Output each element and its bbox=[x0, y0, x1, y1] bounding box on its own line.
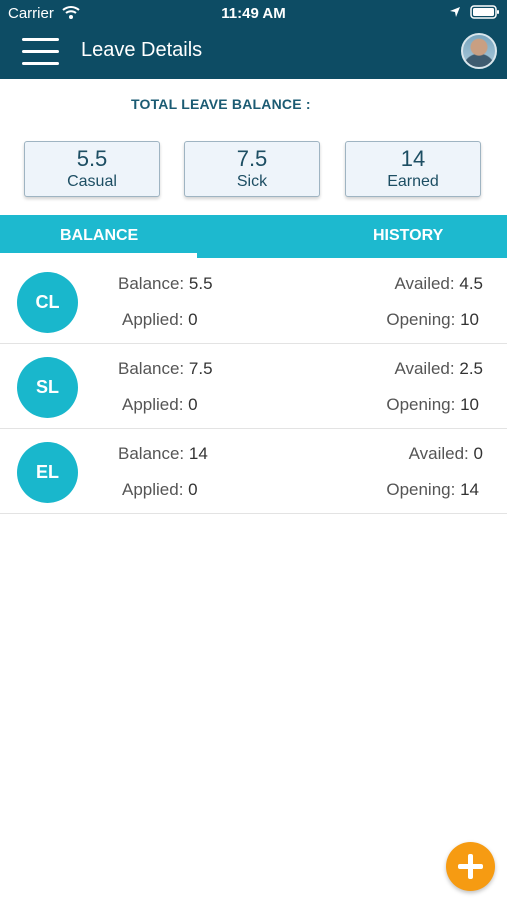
availed-value: 0 bbox=[473, 444, 483, 463]
leave-type-badge: CL bbox=[17, 272, 78, 333]
opening-value: 10 bbox=[460, 395, 479, 414]
availed-cell: Availed: 4.5 bbox=[394, 274, 483, 294]
balance-value: 14 bbox=[188, 444, 208, 463]
card-value: 7.5 bbox=[236, 146, 268, 171]
applied-value: 0 bbox=[188, 310, 198, 329]
opening-cell: Opening: 10 bbox=[386, 310, 479, 330]
status-bar: Carrier 11:49 AM bbox=[0, 0, 507, 28]
applied-cell: Applied: 0 bbox=[122, 395, 198, 415]
opening-cell: Opening: 14 bbox=[386, 480, 479, 500]
applied-label: Applied: bbox=[122, 480, 184, 499]
card-label: Casual bbox=[67, 173, 117, 190]
tab-bar: BALANCE HISTORY bbox=[0, 215, 507, 258]
battery-icon bbox=[470, 5, 499, 19]
applied-value: 0 bbox=[188, 395, 198, 414]
availed-label: Availed: bbox=[408, 444, 469, 463]
availed-label: Availed: bbox=[394, 274, 455, 293]
balance-cell: Balance: 5.5 bbox=[118, 274, 213, 294]
earned-balance-card: 14 Earned bbox=[345, 141, 481, 197]
balance-value: 7.5 bbox=[188, 359, 213, 378]
opening-label: Opening: bbox=[386, 480, 456, 499]
app-header: Carrier 11:49 AM Leave Details bbox=[0, 0, 507, 79]
balance-value: 5.5 bbox=[188, 274, 213, 293]
availed-label: Availed: bbox=[394, 359, 455, 378]
opening-label: Opening: bbox=[386, 310, 456, 329]
opening-value: 10 bbox=[460, 310, 479, 329]
page-title: Leave Details bbox=[81, 39, 203, 61]
balance-label: Balance: bbox=[118, 274, 185, 293]
availed-cell: Availed: 0 bbox=[409, 444, 483, 464]
leave-type-badge: SL bbox=[17, 357, 78, 418]
balance-label: Balance: bbox=[118, 444, 185, 463]
tab-balance[interactable]: BALANCE bbox=[60, 227, 138, 245]
balance-cell: Balance: 14 bbox=[118, 444, 208, 464]
opening-value: 14 bbox=[460, 480, 479, 499]
applied-cell: Applied: 0 bbox=[122, 480, 198, 500]
applied-label: Applied: bbox=[122, 310, 184, 329]
add-leave-button[interactable] bbox=[446, 842, 495, 891]
status-time: 11:49 AM bbox=[221, 5, 286, 22]
opening-cell: Opening: 10 bbox=[386, 395, 479, 415]
leave-row-sick[interactable]: SL Balance: 7.5 Availed: 2.5 Applied: 0 … bbox=[0, 343, 507, 429]
balance-label: Balance: bbox=[118, 359, 185, 378]
availed-cell: Availed: 2.5 bbox=[394, 359, 483, 379]
sick-balance-card: 7.5 Sick bbox=[184, 141, 320, 197]
card-value: 5.5 bbox=[76, 146, 108, 171]
availed-value: 2.5 bbox=[459, 359, 483, 378]
leave-row-earned[interactable]: EL Balance: 14 Availed: 0 Applied: 0 Ope… bbox=[0, 428, 507, 514]
location-icon bbox=[450, 7, 460, 17]
opening-label: Opening: bbox=[386, 395, 456, 414]
casual-balance-card: 5.5 Casual bbox=[24, 141, 160, 197]
leave-type-badge: EL bbox=[17, 442, 78, 503]
applied-cell: Applied: 0 bbox=[122, 310, 198, 330]
total-leave-balance-label: TOTAL LEAVE BALANCE : bbox=[131, 96, 311, 112]
applied-value: 0 bbox=[188, 480, 198, 499]
card-label: Sick bbox=[236, 173, 268, 190]
tab-history[interactable]: HISTORY bbox=[373, 227, 443, 245]
leave-row-casual[interactable]: CL Balance: 5.5 Availed: 4.5 Applied: 0 … bbox=[0, 258, 507, 344]
card-value: 14 bbox=[400, 146, 426, 171]
applied-label: Applied: bbox=[122, 395, 184, 414]
avatar[interactable] bbox=[461, 33, 497, 69]
card-label: Earned bbox=[387, 173, 439, 190]
menu-icon[interactable] bbox=[22, 38, 59, 66]
availed-value: 4.5 bbox=[459, 274, 483, 293]
balance-cell: Balance: 7.5 bbox=[118, 359, 213, 379]
